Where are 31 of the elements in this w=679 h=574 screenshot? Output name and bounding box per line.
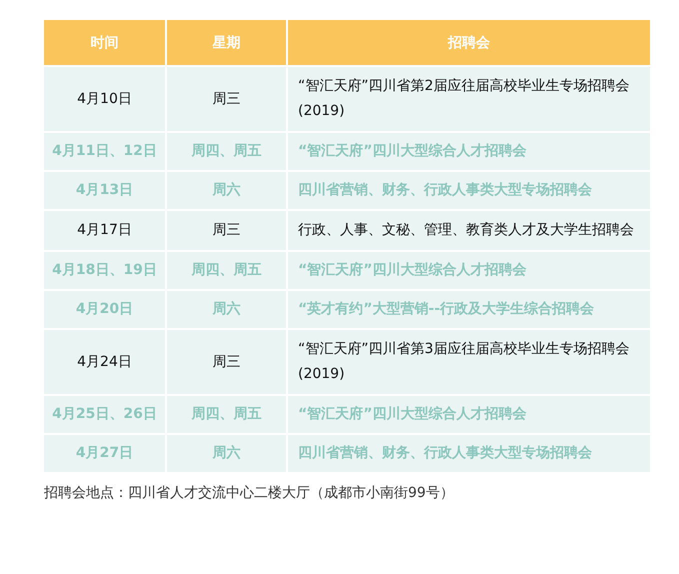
table-cell: 周六	[166, 434, 287, 473]
table-cell: “英才有约”大型营销--行政及大学生综合招聘会	[287, 290, 651, 329]
table-cell: 行政、人事、文秘、管理、教育类人才及大学生招聘会	[287, 210, 651, 251]
table-cell: “智汇天府”四川省第3届应往届高校毕业生专场招聘会(2019)	[287, 329, 651, 395]
column-header: 招聘会	[287, 20, 651, 66]
table-cell: 四川省营销、财务、行政人事类大型专场招聘会	[287, 434, 651, 473]
column-header: 星期	[166, 20, 287, 66]
table-cell: 周三	[166, 66, 287, 132]
table-cell: 4月13日	[44, 171, 166, 210]
table-cell: 4月11日、12日	[44, 132, 166, 171]
table-cell: 周四、周五	[166, 132, 287, 171]
venue-note: 招聘会地点：四川省人才交流中心二楼大厅（成都市小南街99号）	[44, 484, 455, 502]
table-cell: “智汇天府”四川大型综合人才招聘会	[287, 395, 651, 434]
table-cell: 周六	[166, 171, 287, 210]
table-cell: 周三	[166, 329, 287, 395]
table-cell: “智汇天府”四川大型综合人才招聘会	[287, 251, 651, 290]
table-cell: “智汇天府”四川大型综合人才招聘会	[287, 132, 651, 171]
table-cell: 周三	[166, 210, 287, 251]
table-cell: “智汇天府”四川省第2届应往届高校毕业生专场招聘会(2019)	[287, 66, 651, 132]
table-cell: 4月18日、19日	[44, 251, 166, 290]
table-cell: 四川省营销、财务、行政人事类大型专场招聘会	[287, 171, 651, 210]
column-header: 时间	[44, 20, 166, 66]
table-cell: 4月10日	[44, 66, 166, 132]
table-cell: 4月24日	[44, 329, 166, 395]
table-cell: 4月27日	[44, 434, 166, 473]
table-cell: 周六	[166, 290, 287, 329]
table-cell: 4月17日	[44, 210, 166, 251]
table-cell: 周四、周五	[166, 395, 287, 434]
table-cell: 4月25日、26日	[44, 395, 166, 434]
table-cell: 4月20日	[44, 290, 166, 329]
table-cell: 周四、周五	[166, 251, 287, 290]
